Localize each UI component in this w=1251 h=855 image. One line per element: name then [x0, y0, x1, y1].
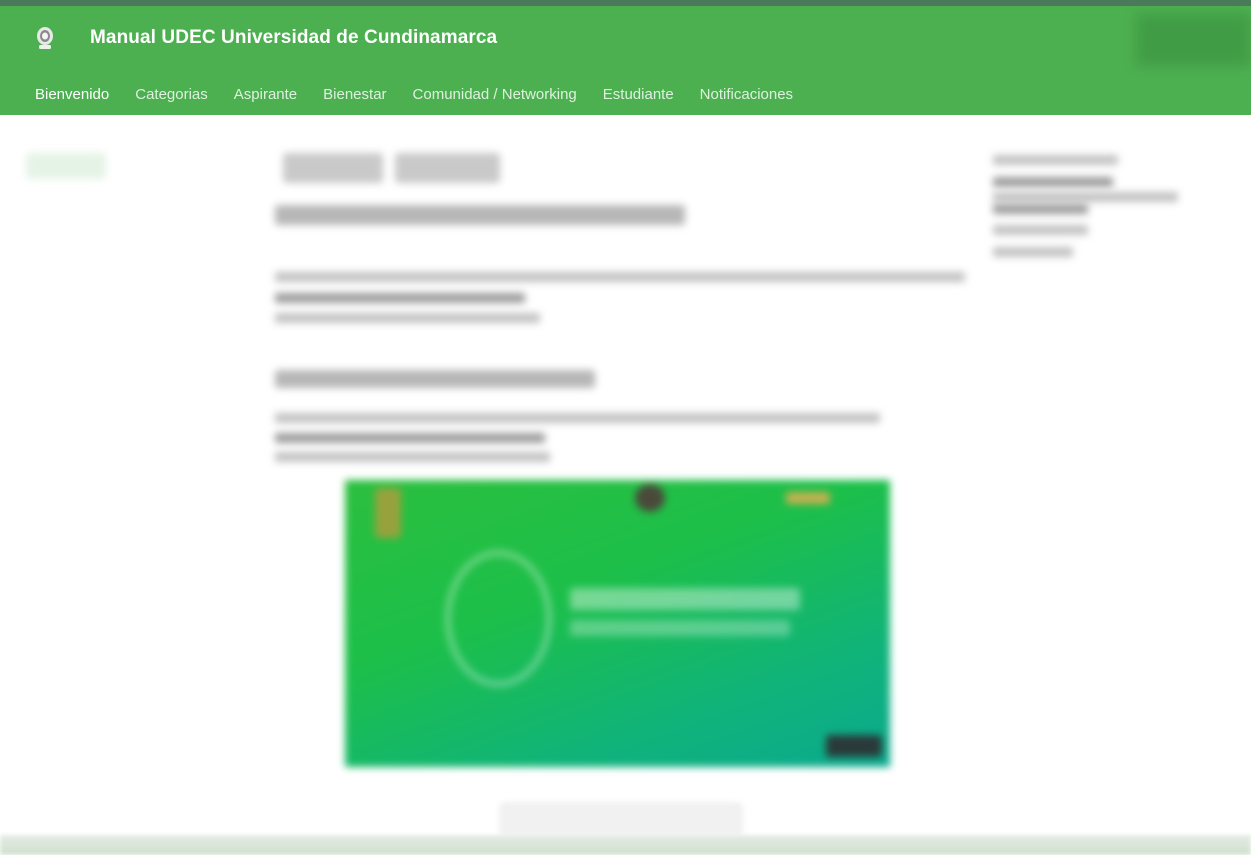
video-title-graphic	[570, 588, 800, 610]
toc-link[interactable]	[993, 192, 1178, 202]
nav-item-bienvenido[interactable]: Bienvenido	[35, 86, 109, 106]
nav-item-comunidad-networking[interactable]: Comunidad / Networking	[413, 86, 577, 106]
paragraph-line	[275, 272, 965, 282]
bottom-status-bar	[0, 835, 1251, 855]
site-title[interactable]: Manual UDEC Universidad de Cundinamarca	[90, 27, 497, 49]
nav-item-notificaciones[interactable]: Notificaciones	[700, 86, 793, 106]
toc-link[interactable]	[993, 247, 1073, 257]
nav-item-aspirante[interactable]: Aspirante	[234, 86, 297, 106]
paragraph-line	[275, 293, 525, 303]
video-subtitle-graphic	[570, 620, 790, 636]
main-nav: Bienvenido Categorias Aspirante Bienesta…	[35, 86, 819, 106]
video-channel-avatar	[635, 484, 665, 512]
paragraph-line	[275, 413, 880, 423]
paragraph-line	[275, 433, 545, 443]
header-user-area[interactable]	[1136, 14, 1251, 66]
nav-item-categorias[interactable]: Categorias	[135, 86, 208, 106]
video-seal-graphic	[445, 550, 552, 687]
section-heading	[275, 370, 595, 388]
toc-link[interactable]	[993, 177, 1113, 187]
nav-item-bienestar[interactable]: Bienestar	[323, 86, 386, 106]
video-badge	[786, 492, 830, 504]
university-seal-icon[interactable]	[34, 26, 56, 50]
breadcrumb-item[interactable]	[283, 153, 383, 183]
video-caption-button[interactable]	[500, 803, 742, 835]
video-logo	[375, 488, 401, 538]
paragraph-line	[275, 313, 540, 323]
breadcrumb-item[interactable]	[395, 153, 500, 183]
site-header: Manual UDEC Universidad de Cundinamarca …	[0, 6, 1251, 115]
paragraph-line	[275, 452, 550, 462]
page-title	[275, 205, 685, 225]
nav-item-estudiante[interactable]: Estudiante	[603, 86, 674, 106]
toc-heading	[993, 155, 1118, 165]
sidebar-left-link[interactable]	[26, 153, 106, 179]
embedded-video[interactable]	[345, 480, 890, 767]
video-controls[interactable]	[826, 735, 882, 757]
toc-link[interactable]	[993, 225, 1088, 235]
toc-link[interactable]	[993, 204, 1088, 214]
